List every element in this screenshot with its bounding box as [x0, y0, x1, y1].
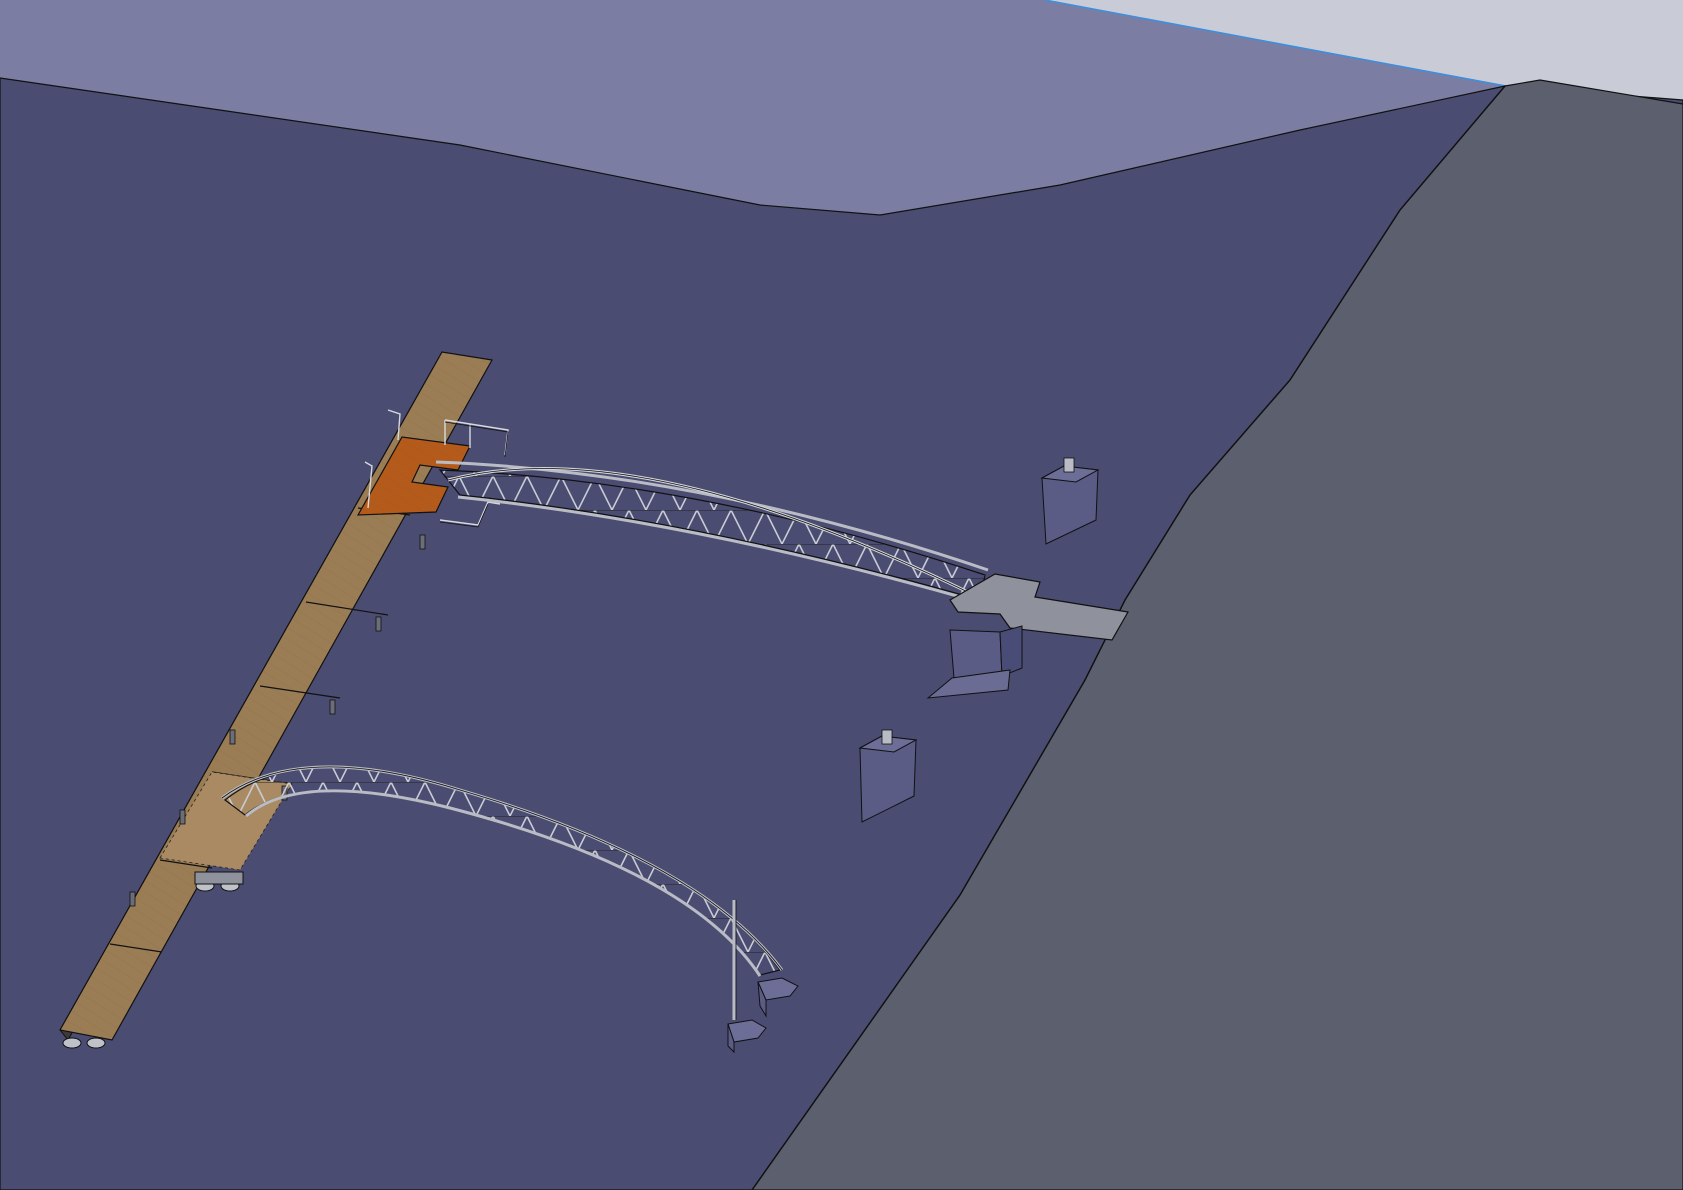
cad-3d-viewport[interactable]	[0, 0, 1683, 1190]
pile-cap	[881, 729, 893, 745]
pile-cap	[1063, 457, 1075, 473]
abutment-pier-side	[999, 625, 1023, 677]
